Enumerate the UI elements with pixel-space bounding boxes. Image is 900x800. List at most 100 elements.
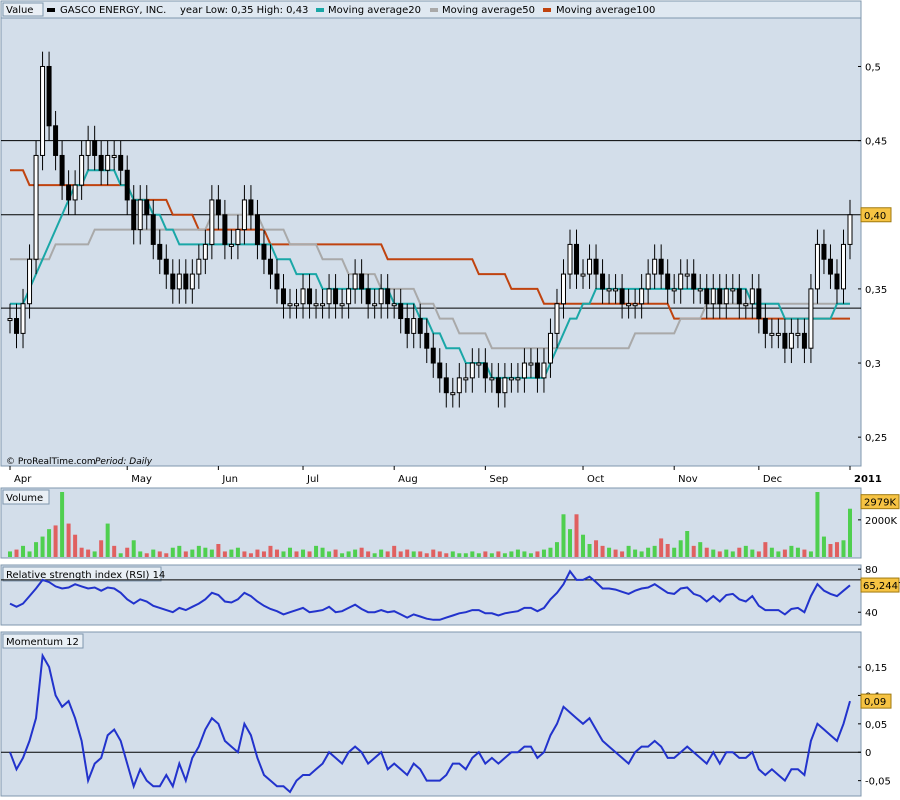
x-tick-label: Apr xyxy=(14,474,32,485)
volume-bar xyxy=(333,549,338,557)
x-tick-label: May xyxy=(131,474,152,485)
volume-bar xyxy=(711,549,716,557)
x-tick-label: Nov xyxy=(678,474,698,485)
volume-bar xyxy=(216,544,221,557)
volume-bar xyxy=(841,540,846,557)
volume-bar xyxy=(307,551,312,557)
volume-bar xyxy=(79,547,84,557)
volume-bar xyxy=(112,545,117,557)
volume-bar xyxy=(261,551,266,557)
volume-bar xyxy=(776,551,781,557)
company-name: GASCO ENERGY, INC. xyxy=(60,5,166,16)
volume-bar xyxy=(47,529,52,557)
volume-last-value: 2979K xyxy=(864,498,896,509)
volume-bar xyxy=(678,540,683,557)
ma20-swatch xyxy=(316,8,324,12)
momentum-last-value: 0,09 xyxy=(864,697,886,708)
volume-bar xyxy=(294,551,299,557)
volume-bar xyxy=(105,523,110,557)
volume-bar xyxy=(398,551,403,557)
volume-bar xyxy=(288,547,292,557)
volume-bar xyxy=(301,549,306,557)
candle xyxy=(33,140,39,275)
volume-bar xyxy=(255,549,260,557)
volume-title: Volume xyxy=(6,493,43,504)
volume-bar xyxy=(235,547,240,557)
x-tick-label: Aug xyxy=(398,474,418,485)
volume-bar xyxy=(594,540,599,557)
volume-bar xyxy=(502,553,507,557)
ma50-swatch xyxy=(430,8,438,12)
volume-bar xyxy=(554,542,559,557)
momentum-ytick-label: 0 xyxy=(865,748,871,759)
price-ytick-label: 0,25 xyxy=(865,433,887,444)
volume-bar xyxy=(60,492,65,557)
volume-bar xyxy=(743,545,748,557)
x-tick-label: Sep xyxy=(489,474,508,485)
volume-bar xyxy=(27,551,32,557)
volume-bar xyxy=(366,551,371,557)
volume-bar xyxy=(99,540,104,557)
ma100-swatch xyxy=(543,8,551,12)
volume-bar xyxy=(34,542,39,557)
volume-bar xyxy=(685,531,690,557)
volume-bar xyxy=(444,553,449,557)
volume-bar xyxy=(450,551,455,557)
volume-bar xyxy=(672,547,677,557)
volume-bar xyxy=(646,547,651,557)
volume-bar xyxy=(639,551,644,557)
volume-bar xyxy=(268,545,273,557)
volume-bar xyxy=(242,551,247,557)
volume-bar xyxy=(522,551,527,557)
volume-bar xyxy=(281,551,286,557)
volume-bar xyxy=(21,545,26,557)
volume-bar xyxy=(248,553,253,557)
volume-bar xyxy=(613,549,618,557)
price-ytick-label: 0,45 xyxy=(865,137,887,148)
volume-bar xyxy=(763,542,768,557)
volume-bar xyxy=(652,545,657,557)
volume-bar xyxy=(385,551,390,557)
momentum-title: Momentum 12 xyxy=(6,637,79,648)
volume-bar xyxy=(724,549,729,557)
volume-bar xyxy=(795,547,800,557)
volume-bar xyxy=(750,549,755,557)
period-text: Period: Daily xyxy=(95,457,153,467)
ma100-legend: Moving average100 xyxy=(556,5,655,16)
volume-bar xyxy=(581,534,586,557)
volume-bar xyxy=(320,547,325,557)
volume-bar xyxy=(157,551,162,557)
volume-bar xyxy=(118,553,123,557)
volume-bar xyxy=(424,553,429,557)
volume-bar xyxy=(177,545,182,557)
volume-bar xyxy=(717,551,722,557)
volume-bar xyxy=(541,549,546,557)
volume-bar xyxy=(196,545,201,557)
volume-bar xyxy=(405,549,410,557)
volume-bar xyxy=(698,542,703,557)
volume-bar xyxy=(92,551,97,557)
volume-bar xyxy=(483,551,488,557)
volume-bar xyxy=(789,545,794,557)
volume-bar xyxy=(528,553,533,557)
volume-bar xyxy=(327,551,332,557)
volume-bar xyxy=(470,551,475,557)
volume-bar xyxy=(353,549,358,557)
volume-bar xyxy=(808,551,813,557)
volume-bar xyxy=(821,536,826,557)
volume-bar xyxy=(659,538,664,557)
volume-bar xyxy=(815,492,820,557)
volume-bar xyxy=(535,551,540,557)
x-tick-label: Jul xyxy=(306,474,319,485)
x-tick-label: Oct xyxy=(587,474,604,485)
volume-bar xyxy=(125,547,130,557)
volume-bar xyxy=(8,551,12,557)
volume-bar xyxy=(574,514,579,557)
volume-bar xyxy=(457,553,462,557)
volume-panel xyxy=(0,487,862,559)
volume-bar xyxy=(561,514,566,557)
volume-bar xyxy=(229,549,234,557)
volume-bar xyxy=(782,549,787,557)
volume-bar xyxy=(131,540,136,557)
volume-bar xyxy=(86,549,91,557)
